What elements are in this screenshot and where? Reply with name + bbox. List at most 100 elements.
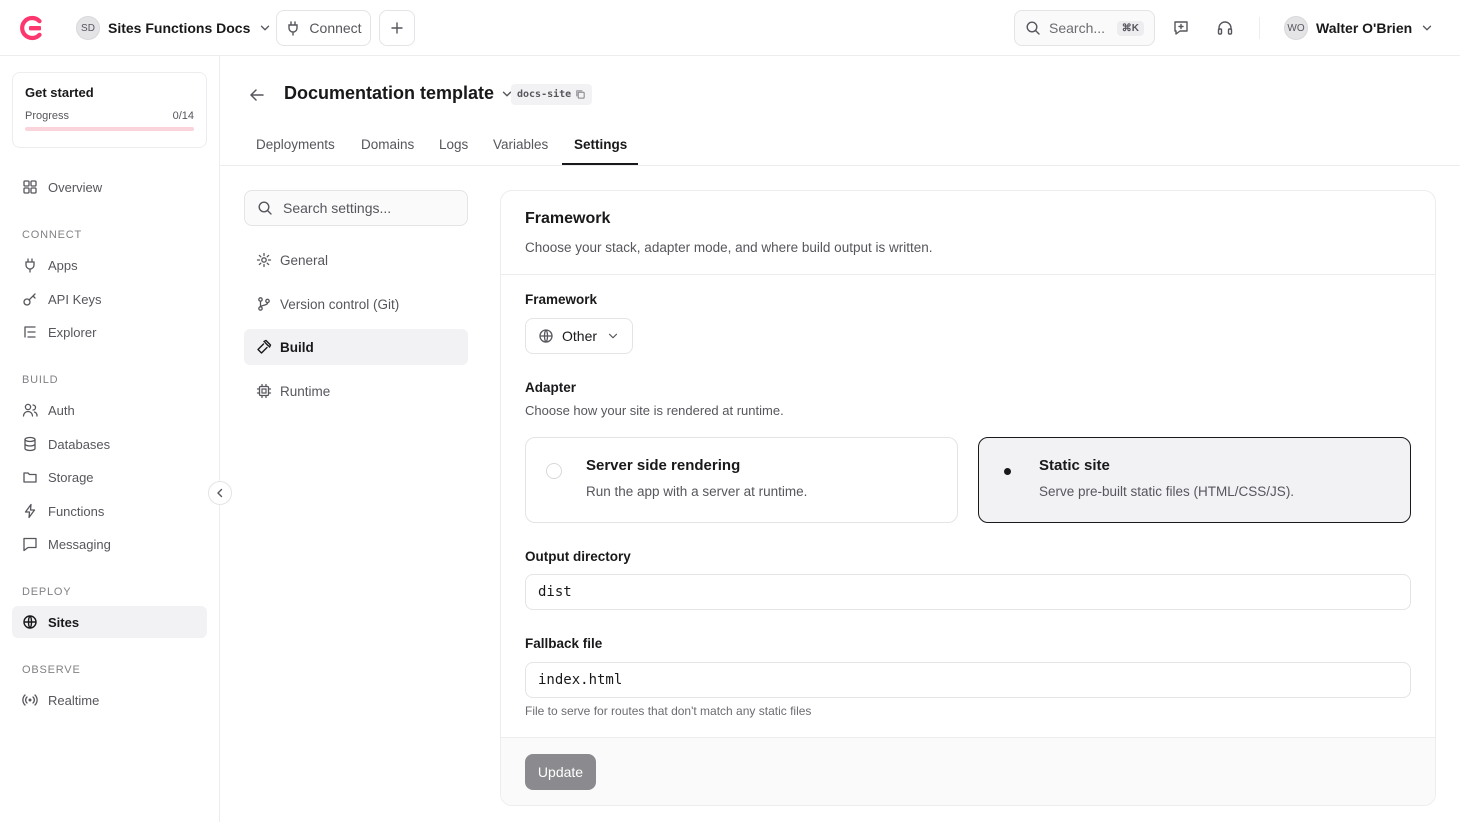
search-icon: [1026, 21, 1040, 35]
sidebar-item-api-keys[interactable]: API Keys: [12, 283, 207, 315]
list-tree-icon: [24, 326, 36, 338]
support-button[interactable]: [1213, 16, 1237, 40]
chevron-left-icon: [217, 488, 223, 498]
copy-icon[interactable]: [575, 89, 586, 100]
settings-nav-label: Runtime: [280, 383, 331, 399]
adapter-option-description: Serve pre-built static files (HTML/CSS/J…: [1039, 484, 1295, 499]
page-title: Documentation template: [284, 83, 495, 103]
sidebar-item-explorer[interactable]: Explorer: [12, 316, 207, 348]
tab-logs[interactable]: Logs: [439, 137, 468, 152]
sidebar-item-label: Messaging: [48, 536, 111, 552]
settings-search-input[interactable]: [283, 200, 453, 216]
sidebar-item-functions[interactable]: Functions: [12, 495, 207, 527]
cpu-icon: [256, 383, 272, 399]
radio-button-selected[interactable]: [999, 463, 1015, 479]
card-description: Choose your stack, adapter mode, and whe…: [525, 240, 933, 255]
adapter-option-description: Run the app with a server at runtime.: [586, 484, 808, 499]
card-title: Framework: [525, 210, 611, 227]
site-slug: docs-site: [517, 89, 572, 100]
collapse-sidebar-button[interactable]: [208, 481, 232, 505]
settings-nav-runtime[interactable]: Runtime: [244, 373, 468, 409]
feedback-button[interactable]: [1169, 16, 1193, 40]
sidebar-item-messaging[interactable]: Messaging: [12, 528, 207, 560]
back-arrow-icon[interactable]: [248, 86, 266, 104]
tab-variables[interactable]: Variables: [493, 137, 548, 152]
hammer-icon: [257, 339, 272, 354]
framework-value: Other: [562, 328, 598, 344]
framework-select[interactable]: Other: [525, 318, 633, 354]
global-search[interactable]: Search... ⌘K: [1014, 10, 1155, 46]
settings-search[interactable]: [244, 190, 468, 226]
settings-nav-general[interactable]: General: [244, 242, 468, 278]
project-avatar: SD: [76, 16, 100, 40]
radio-button[interactable]: [546, 463, 562, 479]
adapter-label: Adapter: [525, 380, 577, 395]
adapter-option-title: Static site: [1039, 457, 1110, 474]
update-button[interactable]: Update: [525, 754, 596, 790]
sidebar-item-realtime[interactable]: Realtime: [12, 684, 207, 716]
sidebar-item-overview[interactable]: Overview: [12, 171, 207, 203]
progress-label: Progress: [25, 110, 70, 122]
search-placeholder: Search...: [1049, 20, 1106, 36]
adapter-option-static[interactable]: Static site Serve pre-built static files…: [978, 437, 1411, 523]
settings-nav-build[interactable]: Build: [244, 329, 468, 365]
adapter-description: Choose how your site is rendered at runt…: [525, 403, 784, 418]
users-icon: [22, 403, 38, 417]
framework-label: Framework: [525, 292, 598, 307]
card-footer: Update: [501, 737, 1435, 805]
settings-nav-version-control[interactable]: Version control (Git): [244, 286, 468, 322]
sidebar-item-label: Overview: [48, 179, 103, 195]
chevron-down-icon: [1423, 25, 1432, 31]
folder-icon: [23, 472, 37, 483]
headset-icon: [1217, 21, 1233, 35]
adapter-option-title: Server side rendering: [586, 457, 741, 474]
active-tab-indicator: [562, 163, 638, 165]
user-avatar: WO: [1284, 16, 1308, 40]
add-button[interactable]: [379, 10, 415, 46]
get-started-card[interactable]: Get started Progress 0/14: [12, 72, 207, 148]
plug-icon: [25, 258, 35, 273]
card-header: Framework Choose your stack, adapter mod…: [501, 191, 1435, 275]
appwrite-logo-icon[interactable]: [18, 15, 44, 41]
message-icon: [23, 537, 37, 552]
fallback-file-input[interactable]: [525, 662, 1411, 698]
chevron-down-icon: [261, 25, 270, 31]
sidebar-item-apps[interactable]: Apps: [12, 249, 207, 281]
broadcast-icon: [22, 694, 38, 706]
section-deploy: DEPLOY: [22, 586, 72, 598]
sidebar-item-label: Sites: [48, 614, 80, 630]
tab-deployments[interactable]: Deployments: [256, 137, 335, 152]
section-connect: CONNECT: [22, 229, 82, 241]
feedback-icon: [1174, 21, 1188, 35]
key-icon: [23, 293, 36, 306]
connect-button[interactable]: Connect: [276, 10, 371, 46]
sidebar-item-label: Explorer: [48, 324, 97, 340]
top-bar: SD Sites Functions Docs Connect Search..…: [0, 0, 1460, 56]
site-slug-badge[interactable]: docs-site: [511, 84, 593, 105]
sidebar-item-sites[interactable]: Sites: [12, 606, 207, 638]
user-name: Walter O'Brien: [1316, 20, 1413, 36]
settings-nav-label: General: [280, 252, 329, 268]
sidebar-item-storage[interactable]: Storage: [12, 461, 207, 493]
sidebar: Get started Progress 0/14 Overview CONNE…: [0, 56, 220, 822]
project-name: Sites Functions Docs: [108, 20, 251, 36]
globe-icon: [539, 329, 553, 343]
site-selector[interactable]: Documentation template: [284, 83, 514, 104]
fallback-file-label: Fallback file: [525, 636, 603, 651]
sidebar-item-auth[interactable]: Auth: [12, 394, 207, 426]
output-directory-input[interactable]: [525, 574, 1411, 610]
settings-nav-label: Version control (Git): [280, 296, 400, 312]
section-build: BUILD: [22, 374, 59, 386]
tab-settings[interactable]: Settings: [574, 137, 627, 152]
search-icon: [258, 201, 272, 215]
sidebar-item-label: Storage: [48, 469, 94, 485]
adapter-option-ssr[interactable]: Server side rendering Run the app with a…: [525, 437, 958, 523]
user-menu[interactable]: WO Walter O'Brien: [1284, 16, 1434, 40]
sidebar-item-databases[interactable]: Databases: [12, 428, 207, 460]
project-selector[interactable]: SD Sites Functions Docs: [76, 16, 272, 40]
sidebar-item-label: API Keys: [48, 291, 102, 307]
lightning-icon: [24, 503, 36, 519]
gear-icon: [256, 252, 272, 268]
tab-domains[interactable]: Domains: [361, 137, 414, 152]
dashboard-icon: [23, 180, 37, 194]
